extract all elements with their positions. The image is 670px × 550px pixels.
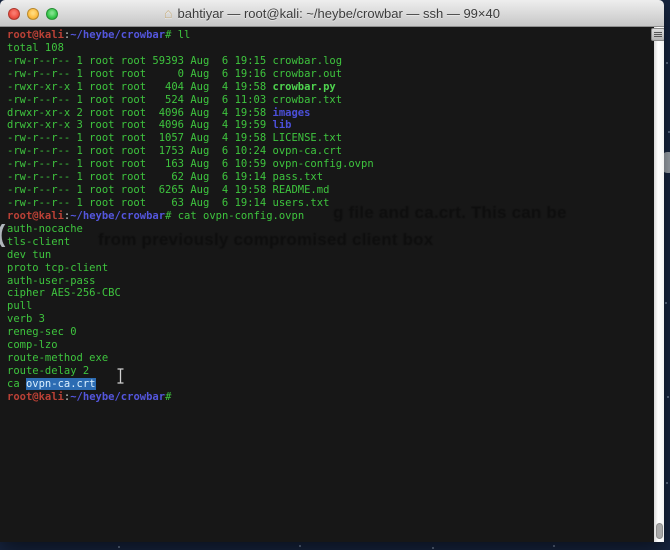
terminal-line: pull: [7, 300, 664, 313]
window-title: bahtiyar — root@kali: ~/heybe/crowbar — …: [178, 6, 500, 21]
terminal-line: -rw-r--r-- 1 root root 62 Aug 6 19:14 pa…: [7, 171, 664, 184]
wallpaper-star: [667, 396, 669, 398]
terminal-lines: root@kali:~/heybe/crowbar# lltotal 108-r…: [0, 27, 664, 404]
zoom-button[interactable]: [46, 8, 58, 20]
terminal-content[interactable]: g file and ca.crt. This can be from prev…: [0, 27, 664, 542]
terminal-line: -rw-r--r-- 1 root root 59393 Aug 6 19:15…: [7, 55, 664, 68]
terminal-line: root@kali:~/heybe/crowbar# ll: [7, 29, 664, 42]
traffic-lights: [8, 0, 58, 27]
terminal-line: -rw-r--r-- 1 root root 1057 Aug 4 19:58 …: [7, 132, 664, 145]
terminal-line: cipher AES-256-CBC: [7, 287, 664, 300]
close-button[interactable]: [8, 8, 20, 20]
terminal-line: drwxr-xr-x 3 root root 4096 Aug 4 19:59 …: [7, 119, 664, 132]
wallpaper-star: [665, 302, 667, 304]
terminal-line: -rw-r--r-- 1 root root 0 Aug 6 19:16 cro…: [7, 68, 664, 81]
wallpaper-star: [299, 545, 301, 547]
terminal-line: root@kali:~/heybe/crowbar# cat ovpn-conf…: [7, 210, 664, 223]
terminal-line: -rw-r--r-- 1 root root 1753 Aug 6 10:24 …: [7, 145, 664, 158]
terminal-line: -rw-r--r-- 1 root root 524 Aug 6 11:03 c…: [7, 94, 664, 107]
window-title-group: ⌂ bahtiyar — root@kali: ~/heybe/crowbar …: [164, 6, 500, 21]
terminal-line: -rw-r--r-- 1 root root 163 Aug 6 10:59 o…: [7, 158, 664, 171]
wallpaper-star: [118, 546, 120, 548]
scrollbar-thumb[interactable]: [656, 523, 663, 539]
terminal-line: total 108: [7, 42, 664, 55]
minimize-button[interactable]: [27, 8, 39, 20]
terminal-line: ca ovpn-ca.crt: [7, 378, 664, 391]
terminal-line: tls-client: [7, 236, 664, 249]
terminal-line: auth-user-pass: [7, 275, 664, 288]
wallpaper-star: [666, 482, 668, 484]
terminal-line: -rwxr-xr-x 1 root root 404 Aug 4 19:58 c…: [7, 81, 664, 94]
terminal-line: reneg-sec 0: [7, 326, 664, 339]
terminal-line: root@kali:~/heybe/crowbar#: [7, 391, 664, 404]
scrollbar[interactable]: [654, 27, 664, 542]
terminal-line: -rw-r--r-- 1 root root 6265 Aug 4 19:58 …: [7, 184, 664, 197]
terminal-line: route-delay 2: [7, 365, 664, 378]
scrollbar-menu-icon[interactable]: [651, 28, 664, 41]
terminal-line: -rw-r--r-- 1 root root 63 Aug 6 19:14 us…: [7, 197, 664, 210]
terminal-line: verb 3: [7, 313, 664, 326]
terminal-line: proto tcp-client: [7, 262, 664, 275]
terminal-line: route-method exe: [7, 352, 664, 365]
window-titlebar[interactable]: ⌂ bahtiyar — root@kali: ~/heybe/crowbar …: [0, 0, 664, 27]
terminal-line: drwxr-xr-x 2 root root 4096 Aug 4 19:58 …: [7, 107, 664, 120]
wallpaper-star: [432, 547, 434, 549]
background-artifact: (: [0, 220, 5, 249]
terminal-line: comp-lzo: [7, 339, 664, 352]
desktop: ⌂ bahtiyar — root@kali: ~/heybe/crowbar …: [0, 0, 670, 550]
terminal-line: dev tun: [7, 249, 664, 262]
wallpaper-star: [553, 545, 555, 547]
terminal-line: auth-nocache: [7, 223, 664, 236]
text-cursor-icon: [116, 368, 125, 389]
terminal-window: ⌂ bahtiyar — root@kali: ~/heybe/crowbar …: [0, 0, 664, 542]
home-icon: ⌂: [164, 6, 172, 20]
wallpaper-star: [666, 62, 668, 64]
